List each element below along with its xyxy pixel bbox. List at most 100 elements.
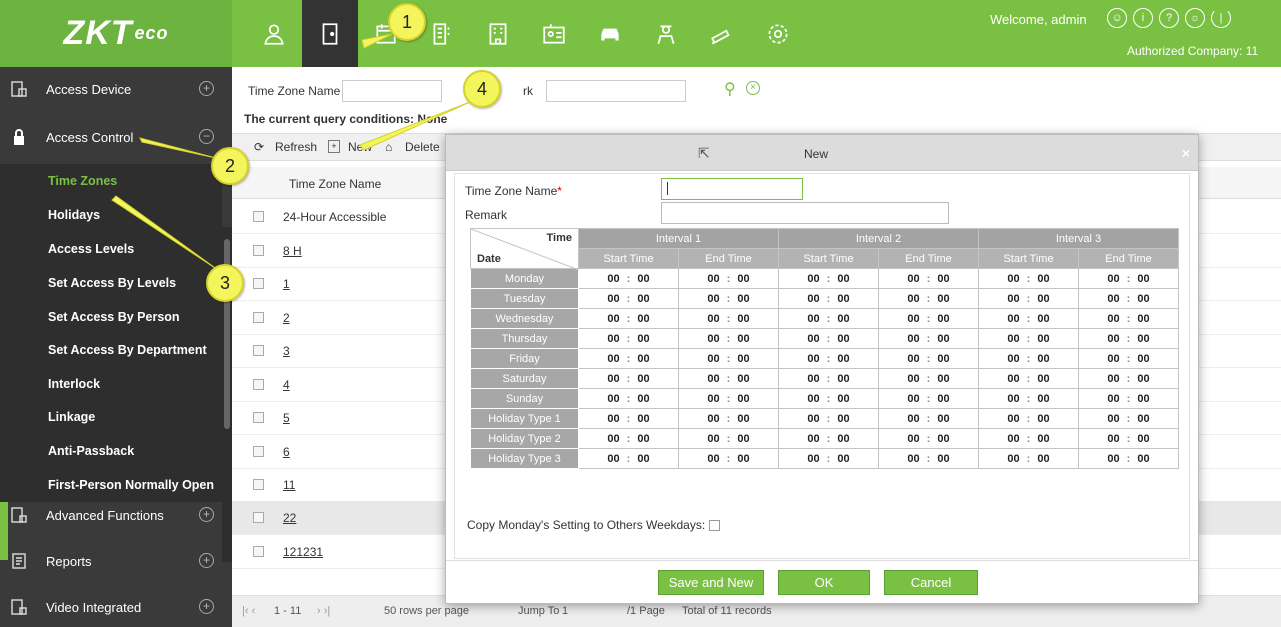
hour-field[interactable]: 00 [807, 293, 819, 305]
minute-field[interactable]: 00 [1137, 433, 1149, 445]
hour-field[interactable]: 00 [1107, 453, 1119, 465]
minute-field[interactable]: 00 [837, 333, 849, 345]
row-checkbox[interactable] [253, 379, 264, 390]
minute-field[interactable]: 00 [937, 453, 949, 465]
row-link[interactable]: 121231 [283, 545, 323, 559]
minute-field[interactable]: 00 [837, 413, 849, 425]
minute-field[interactable]: 00 [837, 313, 849, 325]
start-time-input[interactable]: 00:00 [578, 408, 679, 429]
hour-field[interactable]: 00 [607, 433, 619, 445]
hour-field[interactable]: 00 [1007, 453, 1019, 465]
sidebar-section-access-device[interactable]: Access Device + [0, 67, 232, 111]
minute-field[interactable]: 00 [637, 413, 649, 425]
hour-field[interactable]: 00 [707, 393, 719, 405]
sidebar-item-linkage[interactable]: Linkage [0, 400, 222, 434]
row-link[interactable]: 6 [283, 445, 290, 459]
minute-field[interactable]: 00 [937, 273, 949, 285]
row-checkbox[interactable] [253, 446, 264, 457]
end-time-input[interactable]: 00:00 [1078, 268, 1179, 289]
user-circle-icon[interactable]: ☺ [1107, 8, 1127, 28]
end-time-input[interactable]: 00:00 [878, 448, 979, 469]
minute-field[interactable]: 00 [637, 453, 649, 465]
hour-field[interactable]: 00 [1007, 313, 1019, 325]
search-remark-input[interactable] [546, 80, 686, 102]
refresh-button[interactable]: Refresh [275, 140, 317, 154]
sidebar-section-video-integrated[interactable]: Video Integrated + [0, 585, 232, 627]
minute-field[interactable]: 00 [837, 273, 849, 285]
hour-field[interactable]: 00 [907, 333, 919, 345]
hour-field[interactable]: 00 [607, 453, 619, 465]
hour-field[interactable]: 00 [607, 333, 619, 345]
row-checkbox[interactable] [253, 546, 264, 557]
sidebar-item-holidays[interactable]: Holidays [0, 198, 222, 232]
hour-field[interactable]: 00 [907, 413, 919, 425]
ok-button[interactable]: OK [778, 570, 870, 595]
minute-field[interactable]: 00 [1037, 413, 1049, 425]
minute-field[interactable]: 00 [637, 353, 649, 365]
minute-field[interactable]: 00 [937, 353, 949, 365]
sidebar-section-reports[interactable]: Reports + [0, 539, 232, 583]
copy-monday-checkbox[interactable] [709, 519, 721, 531]
minute-field[interactable]: 00 [737, 273, 749, 285]
minute-field[interactable]: 00 [1137, 453, 1149, 465]
end-time-input[interactable]: 00:00 [1078, 368, 1179, 389]
hour-field[interactable]: 00 [807, 333, 819, 345]
minute-field[interactable]: 00 [837, 293, 849, 305]
start-time-input[interactable]: 00:00 [778, 448, 879, 469]
last-page-icon[interactable]: › ›| [317, 605, 330, 617]
minute-field[interactable]: 00 [737, 453, 749, 465]
column-header[interactable]: Time Zone Name [289, 177, 381, 191]
minute-field[interactable]: 00 [1037, 313, 1049, 325]
hour-field[interactable]: 00 [607, 313, 619, 325]
hour-field[interactable]: 00 [807, 353, 819, 365]
start-time-input[interactable]: 00:00 [578, 428, 679, 449]
end-time-input[interactable]: 00:00 [878, 308, 979, 329]
start-time-input[interactable]: 00:00 [778, 348, 879, 369]
remark-input[interactable] [661, 202, 949, 224]
row-link[interactable]: 11 [283, 478, 295, 492]
hour-field[interactable]: 00 [607, 293, 619, 305]
minute-field[interactable]: 00 [637, 313, 649, 325]
start-time-input[interactable]: 00:00 [778, 328, 879, 349]
camera-icon[interactable] [694, 0, 750, 67]
row-checkbox[interactable] [253, 245, 264, 256]
guard-icon[interactable] [638, 0, 694, 67]
end-time-input[interactable]: 00:00 [878, 328, 979, 349]
hour-field[interactable]: 00 [707, 373, 719, 385]
row-link[interactable]: 8 H [283, 244, 302, 258]
start-time-input[interactable]: 00:00 [778, 288, 879, 309]
minute-field[interactable]: 00 [837, 393, 849, 405]
minute-field[interactable]: 00 [1137, 313, 1149, 325]
hour-field[interactable]: 00 [807, 413, 819, 425]
end-time-input[interactable]: 00:00 [878, 368, 979, 389]
start-time-input[interactable]: 00:00 [978, 368, 1079, 389]
hour-field[interactable]: 00 [707, 453, 719, 465]
end-time-input[interactable]: 00:00 [878, 288, 979, 309]
sidebar-item-set-access-by-levels[interactable]: Set Access By Levels [0, 266, 222, 300]
close-icon[interactable]: × [1182, 145, 1190, 161]
sidebar-item-interlock[interactable]: Interlock [0, 367, 222, 401]
door-icon[interactable] [302, 0, 358, 67]
minute-field[interactable]: 00 [837, 453, 849, 465]
minute-field[interactable]: 00 [637, 333, 649, 345]
hour-field[interactable]: 00 [607, 393, 619, 405]
minute-field[interactable]: 00 [737, 333, 749, 345]
hour-field[interactable]: 00 [707, 273, 719, 285]
end-time-input[interactable]: 00:00 [1078, 408, 1179, 429]
end-time-input[interactable]: 00:00 [1078, 308, 1179, 329]
minute-field[interactable]: 00 [1037, 273, 1049, 285]
sidebar-item-set-access-by-department[interactable]: Set Access By Department [0, 333, 222, 367]
info-icon[interactable]: i [1133, 8, 1153, 28]
hour-field[interactable]: 00 [1007, 433, 1019, 445]
end-time-input[interactable]: 00:00 [678, 308, 779, 329]
minute-field[interactable]: 00 [637, 293, 649, 305]
hour-field[interactable]: 00 [1107, 413, 1119, 425]
hour-field[interactable]: 00 [1107, 333, 1119, 345]
minute-field[interactable]: 00 [937, 373, 949, 385]
end-time-input[interactable]: 00:00 [678, 408, 779, 429]
hour-field[interactable]: 00 [907, 293, 919, 305]
hour-field[interactable]: 00 [907, 433, 919, 445]
hour-field[interactable]: 00 [1107, 353, 1119, 365]
minute-field[interactable]: 00 [1137, 273, 1149, 285]
power-icon[interactable]: | [1211, 8, 1231, 28]
